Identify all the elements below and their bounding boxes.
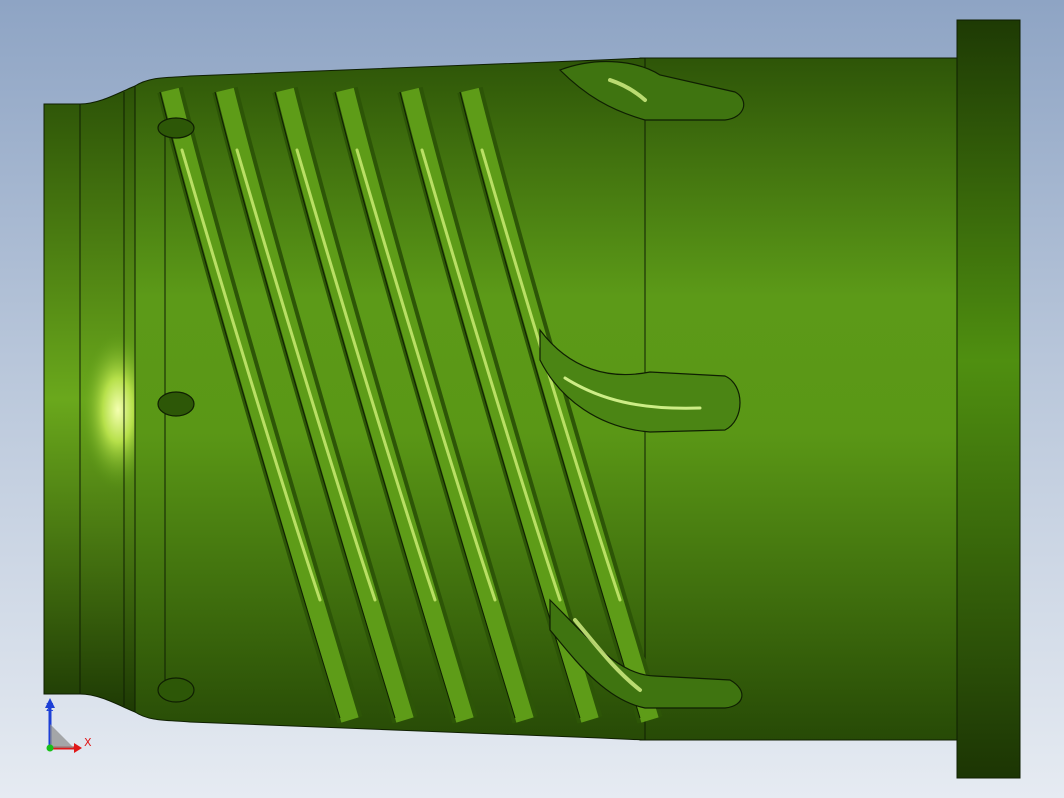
x-axis-label: X (84, 736, 92, 749)
coil-hole-bottom (157, 677, 195, 703)
axis-triad: Z X (45, 698, 92, 753)
triad-plane (50, 724, 74, 748)
coil-hole-top (157, 117, 195, 139)
cad-viewport[interactable]: Z X (0, 0, 1064, 798)
y-axis-dot (46, 744, 54, 752)
model-canvas[interactable]: Z X (0, 0, 1064, 798)
flange (956, 19, 1021, 779)
x-arrow (74, 743, 82, 753)
coil-hole-middle (157, 391, 195, 417)
z-axis-label: Z (46, 701, 54, 714)
